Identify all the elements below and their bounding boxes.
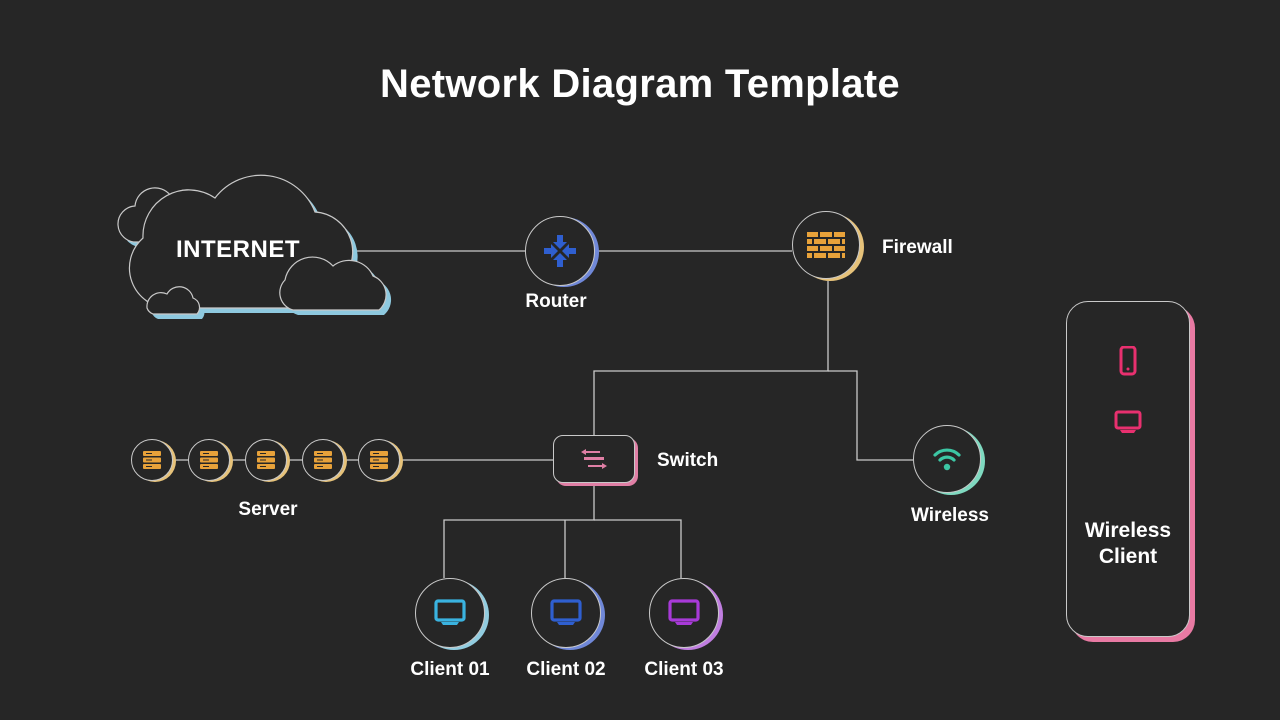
wireless-node[interactable] <box>913 425 981 493</box>
wireless-client-panel[interactable]: Wireless Client <box>1066 301 1190 637</box>
client-label-1: Client 01 <box>410 659 490 680</box>
internet-label: INTERNET <box>176 236 300 263</box>
router-arrows-icon <box>544 235 576 267</box>
wireless-label: Wireless <box>911 505 989 526</box>
firewall-node[interactable] <box>792 211 860 279</box>
client-label-2: Client 02 <box>526 659 606 680</box>
client-node-2[interactable] <box>531 578 601 648</box>
server-node[interactable] <box>188 439 230 481</box>
client-node-3[interactable] <box>649 578 719 648</box>
link-switch-client03 <box>594 519 682 578</box>
router-label: Router <box>525 291 587 312</box>
brick-wall-icon <box>807 232 845 258</box>
server-label: Server <box>238 499 298 520</box>
monitor-icon <box>434 599 466 625</box>
server-node[interactable] <box>358 439 400 481</box>
server-icon <box>200 451 218 469</box>
monitor-icon <box>1114 410 1142 433</box>
link-firewall-wireless <box>828 370 913 461</box>
server-icon <box>143 451 161 469</box>
server-node[interactable] <box>245 439 287 481</box>
router-node[interactable] <box>525 216 595 286</box>
server-node[interactable] <box>131 439 173 481</box>
client-node-1[interactable] <box>415 578 485 648</box>
server-icon <box>370 451 388 469</box>
client-label-3: Client 03 <box>644 659 724 680</box>
smartphone-icon <box>1119 346 1137 376</box>
monitor-icon <box>668 599 700 625</box>
switch-arrows-icon <box>581 449 607 469</box>
server-node[interactable] <box>302 439 344 481</box>
firewall-label: Firewall <box>882 237 953 258</box>
switch-label: Switch <box>657 450 719 471</box>
wifi-icon <box>933 448 961 471</box>
server-icon <box>314 451 332 469</box>
link-firewall-switch <box>593 281 829 436</box>
wireless-client-label: Wireless Client <box>1084 519 1172 568</box>
switch-node[interactable] <box>553 435 635 483</box>
monitor-icon <box>550 599 582 625</box>
link-switch-clients <box>443 483 595 578</box>
server-icon <box>257 451 275 469</box>
